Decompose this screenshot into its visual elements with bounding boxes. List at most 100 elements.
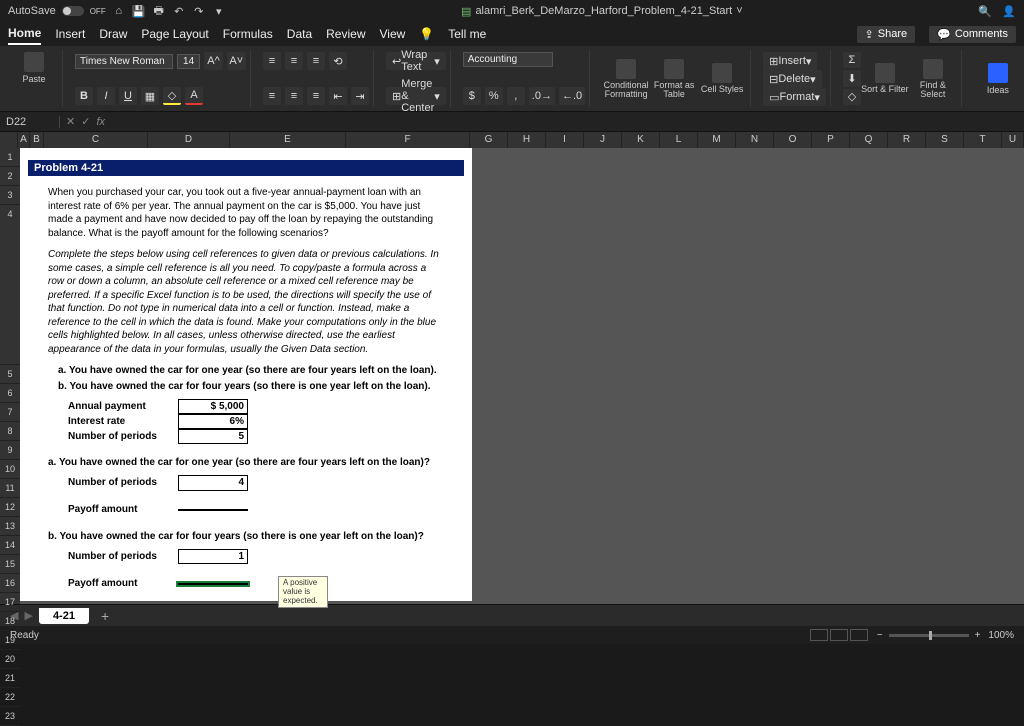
tell-me[interactable]: Tell me: [448, 24, 486, 44]
clear-icon[interactable]: ◇: [843, 89, 861, 105]
row-header-19[interactable]: 19: [0, 631, 20, 650]
row-header-5[interactable]: 5: [0, 365, 20, 384]
cell-num-periods[interactable]: 5: [178, 429, 248, 445]
col-header-F[interactable]: F: [346, 132, 470, 148]
row-header-17[interactable]: 17: [0, 593, 20, 612]
col-header-H[interactable]: H: [508, 132, 546, 148]
name-box[interactable]: D22: [0, 116, 60, 128]
row-header-7[interactable]: 7: [0, 403, 20, 422]
align-middle-icon[interactable]: ≡: [285, 52, 303, 70]
row-header-8[interactable]: 8: [0, 422, 20, 441]
format-as-table-button[interactable]: Format as Table: [650, 52, 698, 105]
col-header-O[interactable]: O: [774, 132, 812, 148]
paste-button[interactable]: Paste: [10, 52, 58, 84]
sort-filter-button[interactable]: Sort & Filter: [861, 52, 909, 105]
row-header-16[interactable]: 16: [0, 574, 20, 593]
cell-payoff-b[interactable]: [178, 583, 248, 585]
fx-icon[interactable]: fx: [96, 116, 105, 128]
print-icon[interactable]: 🖶: [152, 4, 166, 18]
row-header-3[interactable]: 3: [0, 186, 20, 205]
currency-icon[interactable]: $: [463, 87, 481, 105]
ideas-button[interactable]: Ideas: [974, 52, 1022, 105]
format-cells-button[interactable]: ▭ Format ▾: [763, 88, 826, 106]
underline-button[interactable]: U: [119, 87, 137, 105]
row-header-15[interactable]: 15: [0, 555, 20, 574]
sheet-nav-next-icon[interactable]: ▶: [24, 609, 32, 622]
user-icon[interactable]: 👤: [1002, 4, 1016, 18]
autosum-icon[interactable]: Σ: [843, 52, 861, 68]
align-right-icon[interactable]: ≡: [307, 87, 325, 105]
row-header-23[interactable]: 23: [0, 707, 20, 726]
cell-payoff-a[interactable]: [178, 509, 248, 511]
redo-icon[interactable]: ↷: [192, 4, 206, 18]
col-header-Q[interactable]: Q: [850, 132, 888, 148]
cell-annual-payment[interactable]: $ 5,000: [178, 399, 248, 415]
home-icon[interactable]: ⌂: [112, 4, 126, 18]
font-color-button[interactable]: A: [185, 87, 203, 105]
undo-icon[interactable]: ↶: [172, 4, 186, 18]
share-button[interactable]: ⇪Share: [857, 26, 916, 43]
zoom-slider[interactable]: [889, 634, 969, 637]
font-name-select[interactable]: Times New Roman: [75, 54, 173, 69]
col-header-E[interactable]: E: [230, 132, 346, 148]
col-header-R[interactable]: R: [888, 132, 926, 148]
percent-icon[interactable]: %: [485, 87, 503, 105]
cell-periods-a[interactable]: 4: [178, 475, 248, 491]
orientation-icon[interactable]: ⟲: [329, 52, 347, 70]
col-header-U[interactable]: U: [1002, 132, 1024, 148]
tab-formulas[interactable]: Formulas: [223, 24, 273, 44]
wrap-text-button[interactable]: ↩ Wrap Text ▾: [386, 52, 446, 70]
decrease-font-icon[interactable]: A˅: [227, 52, 246, 70]
view-page-break-icon[interactable]: [850, 629, 868, 641]
italic-button[interactable]: I: [97, 87, 115, 105]
row-header-13[interactable]: 13: [0, 517, 20, 536]
zoom-level[interactable]: 100%: [988, 630, 1014, 641]
add-sheet-button[interactable]: +: [95, 608, 115, 624]
increase-font-icon[interactable]: A^: [204, 52, 222, 70]
zoom-out-button[interactable]: −: [877, 630, 883, 641]
row-header-1[interactable]: 1: [0, 148, 20, 167]
merge-center-button[interactable]: ⊞ Merge & Center ▾: [386, 87, 446, 105]
zoom-in-button[interactable]: +: [975, 630, 981, 641]
cell-periods-b[interactable]: 1: [178, 549, 248, 565]
delete-cells-button[interactable]: ⊟ Delete ▾: [763, 70, 822, 88]
border-button[interactable]: ▦: [141, 87, 159, 105]
row-header-14[interactable]: 14: [0, 536, 20, 555]
cell-styles-button[interactable]: Cell Styles: [698, 52, 746, 105]
increase-decimal-icon[interactable]: .0→: [529, 87, 555, 105]
col-header-A[interactable]: A: [18, 132, 30, 148]
tab-home[interactable]: Home: [8, 23, 41, 45]
col-header-L[interactable]: L: [660, 132, 698, 148]
cell-interest-rate[interactable]: 6%: [178, 414, 248, 430]
row-header-12[interactable]: 12: [0, 498, 20, 517]
row-header-20[interactable]: 20: [0, 650, 20, 669]
increase-indent-icon[interactable]: ⇥: [351, 87, 369, 105]
enter-formula-icon[interactable]: ✓: [81, 115, 90, 128]
view-normal-icon[interactable]: [810, 629, 828, 641]
row-header-6[interactable]: 6: [0, 384, 20, 403]
col-header-G[interactable]: G: [470, 132, 508, 148]
col-header-I[interactable]: I: [546, 132, 584, 148]
row-header-9[interactable]: 9: [0, 441, 20, 460]
row-header-18[interactable]: 18: [0, 612, 20, 631]
tab-review[interactable]: Review: [326, 24, 365, 44]
row-header-21[interactable]: 21: [0, 669, 20, 688]
col-header-K[interactable]: K: [622, 132, 660, 148]
fill-icon[interactable]: ⬇: [843, 70, 861, 86]
search-icon[interactable]: 🔍: [978, 4, 992, 18]
row-header-4[interactable]: 4: [0, 205, 20, 365]
find-select-button[interactable]: Find & Select: [909, 52, 957, 105]
align-bottom-icon[interactable]: ≡: [307, 52, 325, 70]
col-header-T[interactable]: T: [964, 132, 1002, 148]
qat-more-icon[interactable]: ▾: [212, 4, 226, 18]
align-top-icon[interactable]: ≡: [263, 52, 281, 70]
tab-data[interactable]: Data: [287, 24, 312, 44]
row-header-10[interactable]: 10: [0, 460, 20, 479]
sheet-tab-active[interactable]: 4-21: [39, 608, 89, 624]
row-header-22[interactable]: 22: [0, 688, 20, 707]
tab-view[interactable]: View: [380, 24, 406, 44]
col-header-P[interactable]: P: [812, 132, 850, 148]
insert-cells-button[interactable]: ⊞ Insert ▾: [763, 52, 817, 70]
cancel-formula-icon[interactable]: ✕: [66, 115, 75, 128]
align-center-icon[interactable]: ≡: [285, 87, 303, 105]
